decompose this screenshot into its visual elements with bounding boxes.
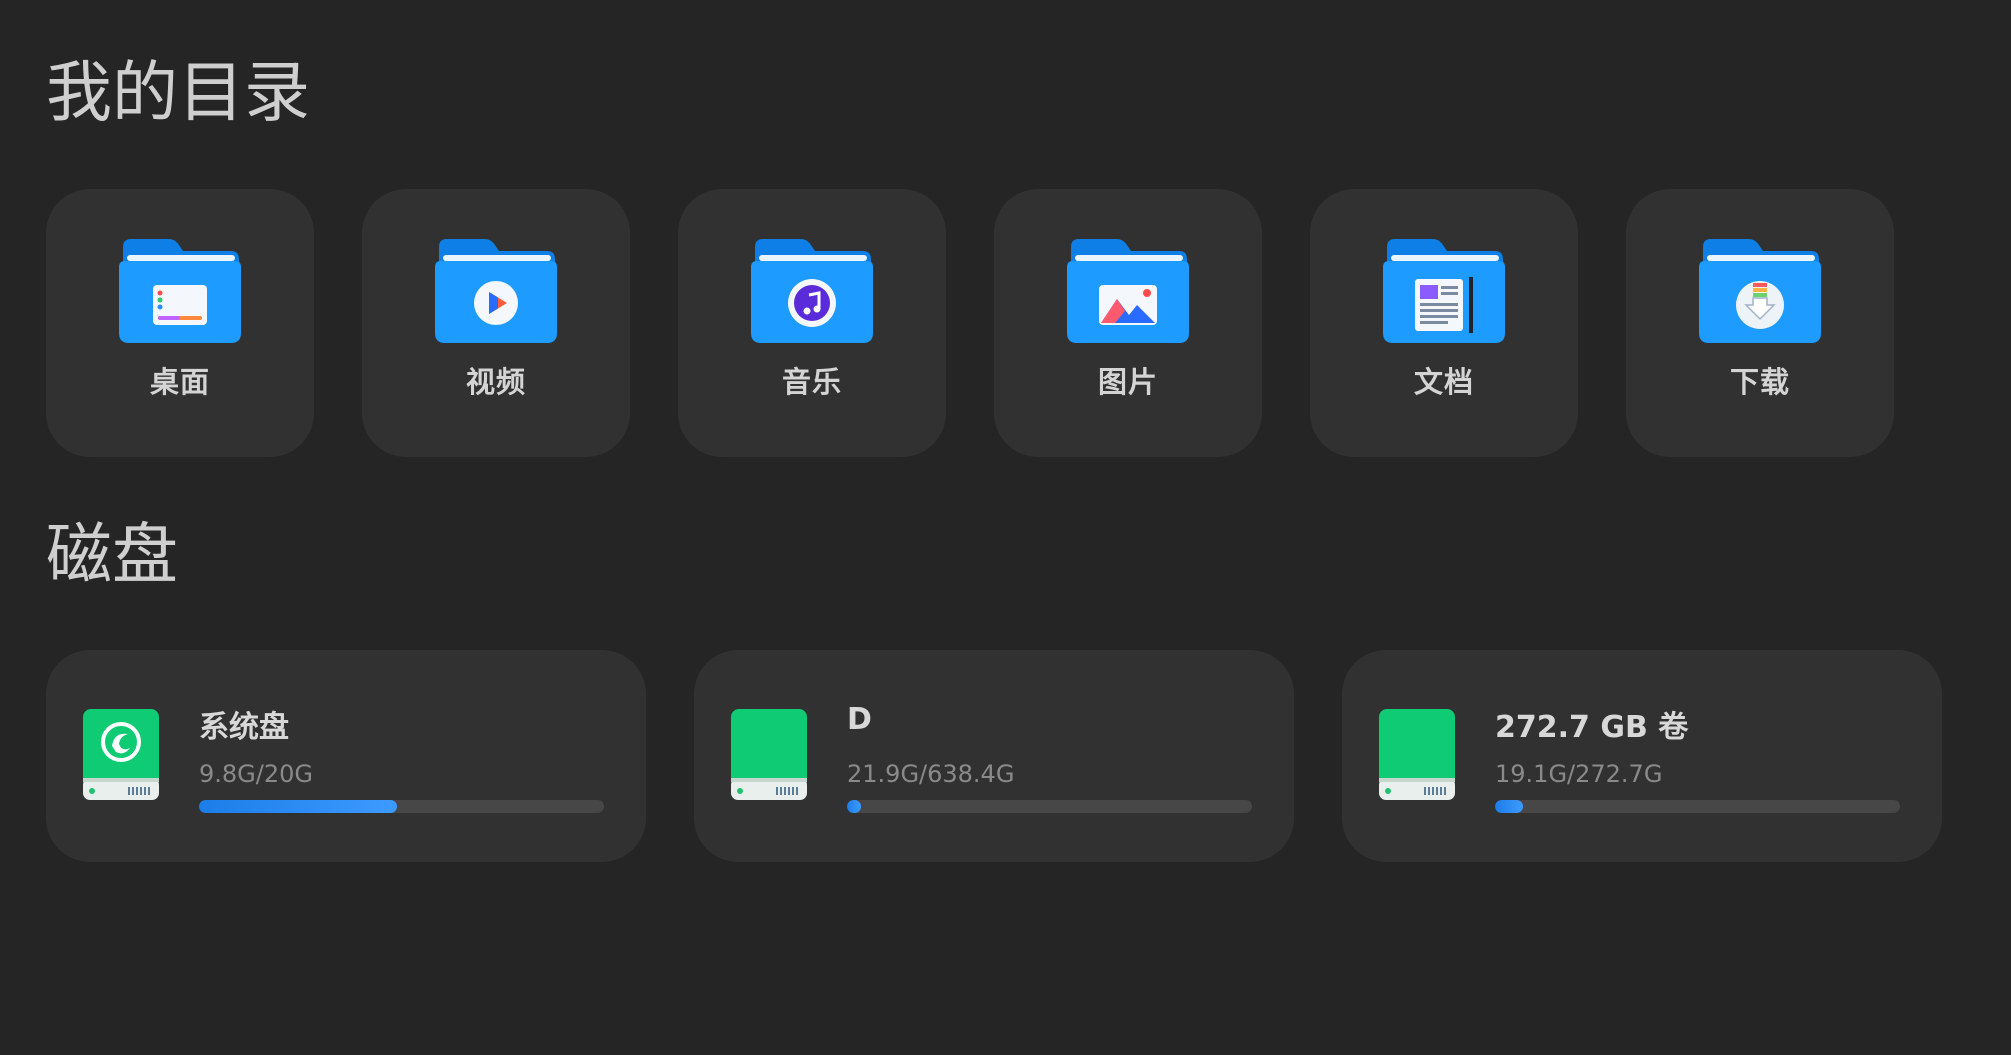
drive-icon bbox=[1379, 709, 1455, 800]
directory-videos[interactable]: 视频 bbox=[362, 189, 630, 457]
file-manager-home: 我的目录 桌面 视频 音乐 图片 文档 下载 磁盘 系统盘 9.8G/20G D… bbox=[0, 0, 2011, 1055]
directory-documents[interactable]: 文档 bbox=[1310, 189, 1578, 457]
directory-label: 文档 bbox=[1413, 365, 1474, 399]
disks-title: 磁盘 bbox=[46, 516, 178, 593]
music-folder-icon bbox=[751, 239, 873, 343]
disk-usage: 19.1G/272.7G bbox=[1495, 760, 1663, 788]
directory-label: 下载 bbox=[1729, 365, 1790, 399]
directory-label: 桌面 bbox=[149, 365, 210, 399]
disk-name: 272.7 GB 卷 bbox=[1495, 710, 1689, 745]
disk-name: D bbox=[847, 702, 872, 737]
disk-usage-bar bbox=[847, 800, 1252, 813]
directory-desktop[interactable]: 桌面 bbox=[46, 189, 314, 457]
my-directories-title: 我的目录 bbox=[46, 54, 310, 131]
directory-label: 视频 bbox=[465, 365, 526, 399]
disk-usage-bar-fill bbox=[847, 800, 861, 813]
system-disk-icon bbox=[83, 709, 159, 800]
directory-pictures[interactable]: 图片 bbox=[994, 189, 1262, 457]
directory-label: 图片 bbox=[1097, 365, 1158, 399]
directory-music[interactable]: 音乐 bbox=[678, 189, 946, 457]
directory-downloads[interactable]: 下载 bbox=[1626, 189, 1894, 457]
directories-grid: 桌面 视频 音乐 图片 文档 下载 bbox=[46, 189, 1894, 457]
directory-label: 音乐 bbox=[781, 365, 842, 399]
video-folder-icon bbox=[435, 239, 557, 343]
disk-usage-bar-fill bbox=[1495, 800, 1524, 813]
downloads-folder-icon bbox=[1699, 239, 1821, 343]
documents-folder-icon bbox=[1383, 239, 1505, 343]
disk-system[interactable]: 系统盘 9.8G/20G bbox=[46, 650, 646, 862]
disk-name: 系统盘 bbox=[199, 710, 289, 745]
disk-usage-bar bbox=[199, 800, 604, 813]
disks-list: 系统盘 9.8G/20G D 21.9G/638.4G 272.7 GB 卷 1… bbox=[46, 650, 1942, 862]
desktop-folder-icon bbox=[119, 239, 241, 343]
pictures-folder-icon bbox=[1067, 239, 1189, 343]
drive-icon bbox=[731, 709, 807, 800]
disk-usage: 21.9G/638.4G bbox=[847, 760, 1015, 788]
disk-usage-bar-fill bbox=[199, 800, 398, 813]
disk-usage: 9.8G/20G bbox=[199, 760, 313, 788]
disk-volume[interactable]: 272.7 GB 卷 19.1G/272.7G bbox=[1342, 650, 1942, 862]
disk-d[interactable]: D 21.9G/638.4G bbox=[694, 650, 1294, 862]
disk-usage-bar bbox=[1495, 800, 1900, 813]
